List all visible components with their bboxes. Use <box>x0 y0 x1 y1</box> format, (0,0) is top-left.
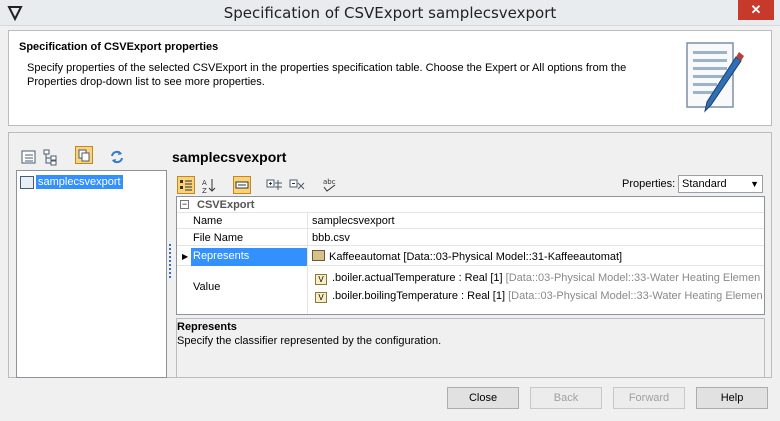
collapse-toggle-icon[interactable]: − <box>180 200 189 209</box>
close-button[interactable]: Close <box>447 387 519 409</box>
tree-view-icon[interactable] <box>42 148 60 166</box>
svg-text:abc: abc <box>323 178 336 186</box>
svg-text:Z: Z <box>202 187 207 194</box>
categorized-view-icon[interactable] <box>177 176 195 194</box>
properties-label: Properties: <box>622 178 676 190</box>
value-text: .boiler.actualTemperature : Real [1] <box>332 272 503 284</box>
properties-selected-value: Standard <box>682 178 727 190</box>
show-description-icon[interactable] <box>233 176 251 194</box>
table-row[interactable]: Name samplecsvexport <box>177 213 764 229</box>
table-row[interactable]: Value V .boiler.actualTemperature : Real … <box>177 267 764 314</box>
header-description: Specify properties of the selected CSVEx… <box>27 62 627 88</box>
property-value[interactable]: samplecsvexport <box>312 215 395 227</box>
help-button[interactable]: Help <box>696 387 768 409</box>
group-label: CSVExport <box>197 199 255 211</box>
value-path: [Data::03-Physical Model::33-Water Heati… <box>505 272 761 284</box>
list-view-icon[interactable] <box>20 148 38 166</box>
row-pointer-icon: ▶ <box>182 252 189 261</box>
svg-text:A: A <box>202 179 207 187</box>
property-value[interactable]: Kaffeeautomat [Data::03-Physical Model::… <box>312 250 622 263</box>
table-row[interactable]: File Name bbb.csv <box>177 230 764 246</box>
property-value[interactable]: bbb.csv <box>312 232 350 244</box>
refresh-icon[interactable] <box>108 148 126 166</box>
chevron-down-icon: ▼ <box>750 179 759 189</box>
description-text: Specify the classifier represented by th… <box>177 335 442 347</box>
value-property-icon: V <box>315 274 327 285</box>
property-name: Value <box>193 281 221 293</box>
document-edit-icon <box>686 42 744 113</box>
value-property-icon: V <box>315 292 327 303</box>
expand-all-icon[interactable] <box>266 176 284 194</box>
property-value-item[interactable]: V .boiler.boilingTemperature : Real [1] [… <box>315 290 763 303</box>
value-text: .boiler.boilingTemperature : Real [1] <box>332 290 506 302</box>
table-row-selected[interactable]: ▶ Represents Kaffeeautomat [Data::03-Phy… <box>177 248 764 266</box>
property-name: Represents <box>193 250 250 262</box>
element-tree[interactable]: samplecsvexport <box>16 170 167 378</box>
property-name: File Name <box>193 232 244 244</box>
properties-dropdown[interactable]: Standard ▼ <box>678 175 763 193</box>
tree-item-label: samplecsvexport <box>36 175 123 189</box>
splitter-handle[interactable] <box>169 244 172 280</box>
back-button[interactable]: Back <box>530 387 602 409</box>
description-title: Represents <box>177 321 237 333</box>
header-panel: Specification of CSVExport properties Sp… <box>8 30 772 126</box>
property-name: Name <box>193 215 223 227</box>
forward-button[interactable]: Forward <box>613 387 685 409</box>
copy-view-icon[interactable] <box>75 146 93 164</box>
description-pane: Represents Specify the classifier repres… <box>176 318 765 378</box>
csv-export-icon <box>20 175 34 189</box>
spell-check-icon[interactable]: abc <box>321 176 339 194</box>
value-path: [Data::03-Physical Model::33-Water Heati… <box>508 290 763 302</box>
group-row[interactable]: − CSVExport <box>177 197 764 213</box>
tree-item[interactable]: samplecsvexport <box>20 174 123 190</box>
title-bar: Specification of CSVExport samplecsvexpo… <box>0 0 780 26</box>
property-value-item[interactable]: V .boiler.actualTemperature : Real [1] [D… <box>315 272 760 285</box>
header-title: Specification of CSVExport properties <box>19 41 219 53</box>
window-close-button[interactable]: ✕ <box>738 0 774 20</box>
class-icon <box>312 250 325 261</box>
window-title: Specification of CSVExport samplecsvexpo… <box>223 4 557 22</box>
element-title: samplecsvexport <box>172 149 287 165</box>
properties-grid[interactable]: − CSVExport Name samplecsvexport File Na… <box>176 196 765 315</box>
sort-alphabetical-icon[interactable]: A Z <box>200 176 218 194</box>
property-value-text: Kaffeeautomat [Data::03-Physical Model::… <box>329 251 623 263</box>
collapse-all-icon[interactable] <box>289 176 307 194</box>
